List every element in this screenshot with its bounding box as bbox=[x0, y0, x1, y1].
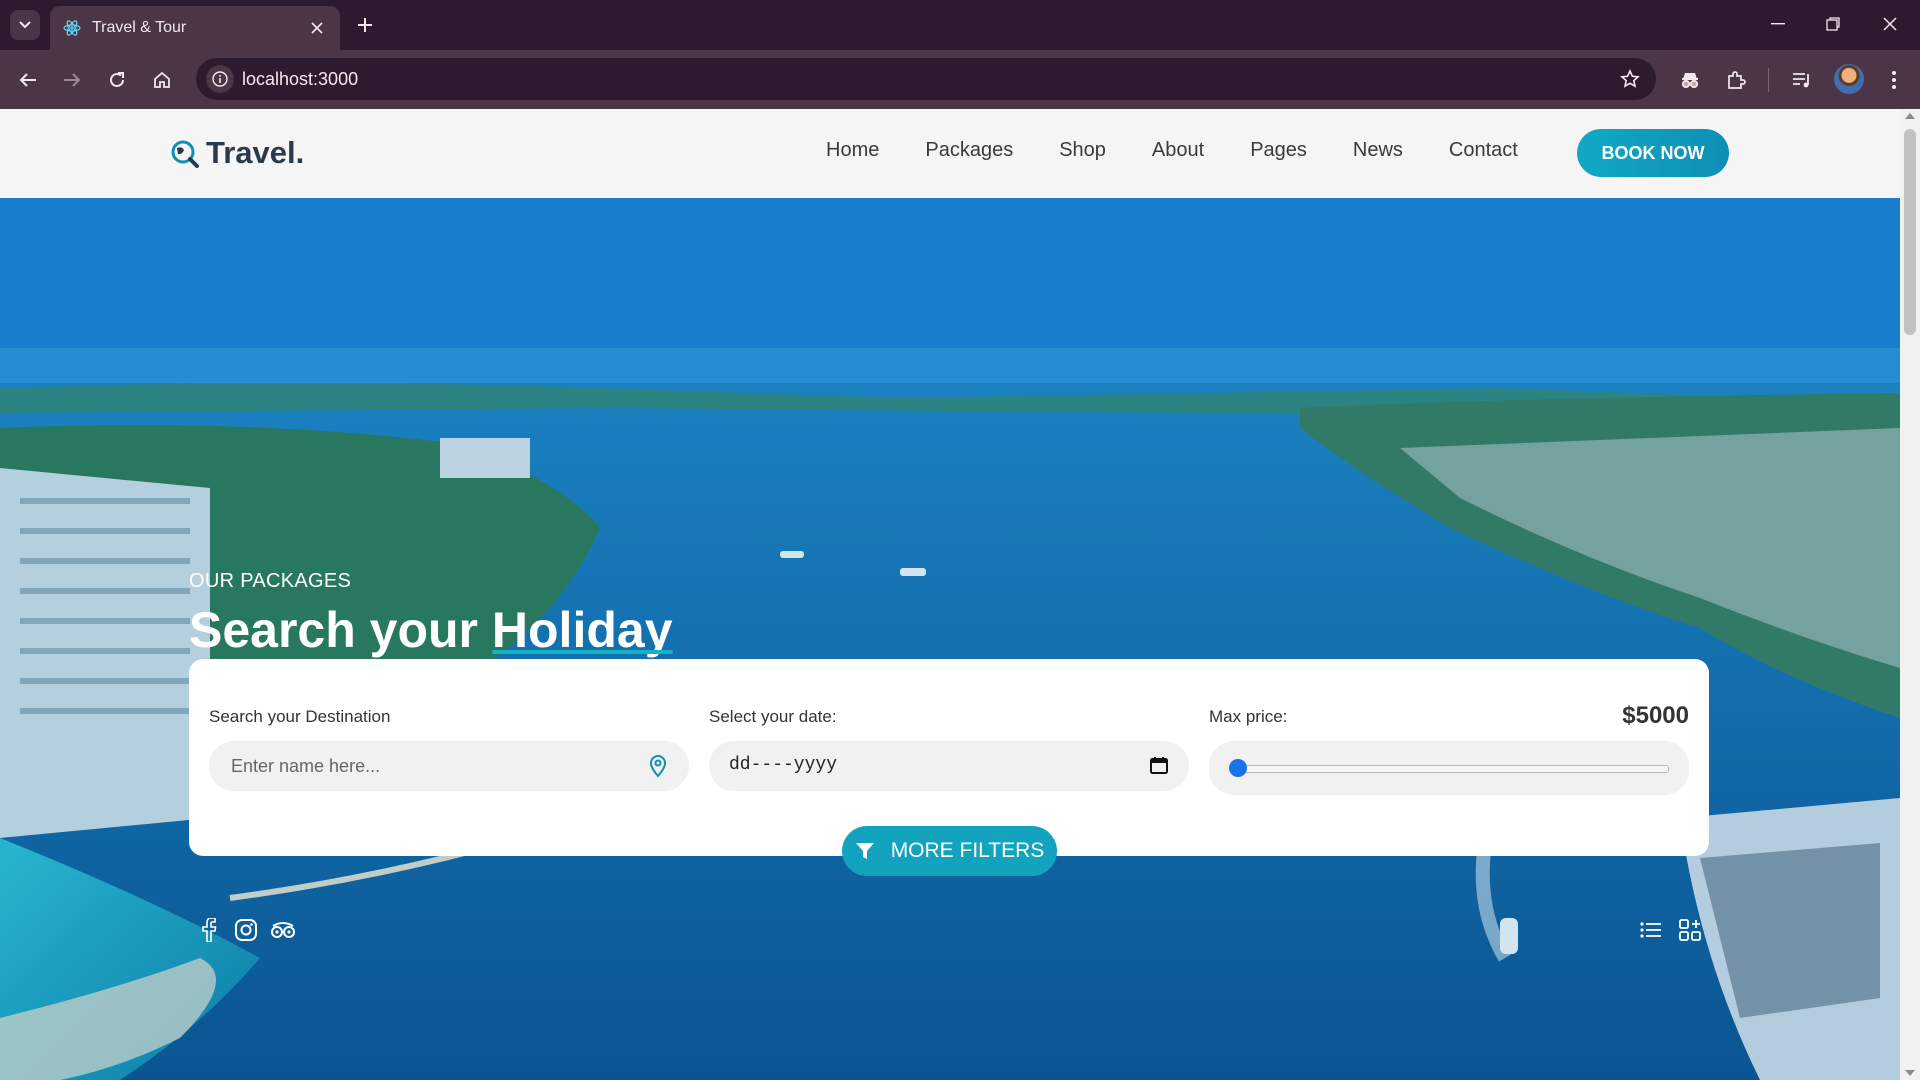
scroll-down-arrow[interactable] bbox=[1905, 1070, 1915, 1076]
date-field[interactable]: dd----yyyy bbox=[709, 741, 1189, 791]
nav-shop[interactable]: Shop bbox=[1059, 139, 1106, 162]
more-vertical-icon bbox=[1892, 71, 1896, 89]
close-icon bbox=[1883, 17, 1897, 31]
main-nav: Home Packages Shop About Pages News Cont… bbox=[826, 139, 1564, 162]
book-now-button[interactable]: BOOK NOW bbox=[1577, 129, 1729, 177]
new-tab-button[interactable] bbox=[352, 12, 378, 38]
reload-button[interactable] bbox=[101, 64, 133, 96]
forward-button[interactable] bbox=[56, 64, 88, 96]
grid-view-button[interactable] bbox=[1677, 917, 1703, 943]
plus-icon bbox=[358, 18, 372, 32]
arrow-left-icon bbox=[19, 73, 36, 87]
nav-pages[interactable]: Pages bbox=[1250, 139, 1307, 162]
logo-text: Travel. bbox=[206, 135, 305, 170]
price-slider-thumb[interactable] bbox=[1229, 759, 1247, 777]
tab-title: Travel & Tour bbox=[92, 19, 187, 36]
url-text[interactable]: localhost:3000 bbox=[242, 69, 358, 90]
nav-contact[interactable]: Contact bbox=[1449, 139, 1518, 162]
browser-toolbar: localhost:3000 bbox=[0, 50, 1920, 109]
tripadvisor-icon[interactable] bbox=[270, 917, 296, 943]
home-button[interactable] bbox=[146, 64, 178, 96]
browser-tab-active[interactable]: Travel & Tour bbox=[50, 6, 340, 50]
social-links bbox=[196, 917, 307, 943]
hero-eyebrow: OUR PACKAGES bbox=[189, 570, 352, 592]
extensions-button[interactable] bbox=[1720, 64, 1752, 96]
price-value: $5000 bbox=[1622, 702, 1689, 729]
nav-news[interactable]: News bbox=[1353, 139, 1403, 162]
scroll-thumb[interactable] bbox=[1904, 129, 1916, 335]
more-filters-button[interactable]: MORE FILTERS bbox=[842, 826, 1057, 876]
minimize-icon bbox=[1771, 23, 1785, 25]
minimize-button[interactable] bbox=[1756, 8, 1800, 40]
destination-label: Search your Destination bbox=[209, 707, 391, 726]
arrow-right-icon bbox=[64, 73, 81, 87]
site-header: Travel. Home Packages Shop About Pages N… bbox=[0, 109, 1900, 199]
bookmark-star-icon[interactable] bbox=[1618, 67, 1642, 91]
page-scrollbar[interactable] bbox=[1900, 109, 1920, 1080]
price-label: Max price: bbox=[1209, 707, 1288, 726]
page-viewport: Travel. Home Packages Shop About Pages N… bbox=[0, 109, 1900, 1080]
back-button[interactable] bbox=[12, 64, 44, 96]
react-icon bbox=[62, 18, 82, 38]
playlist-icon bbox=[1793, 73, 1809, 88]
price-slider-field[interactable] bbox=[1209, 741, 1689, 795]
restore-button[interactable] bbox=[1811, 8, 1855, 40]
browser-menu-button[interactable] bbox=[1878, 64, 1910, 96]
incognito-extension-button[interactable] bbox=[1674, 64, 1706, 96]
browser-tab-strip: Travel & Tour bbox=[0, 0, 1920, 50]
hero-section: OUR PACKAGES Search your Holiday bbox=[0, 198, 1900, 1080]
address-bar[interactable]: localhost:3000 bbox=[196, 58, 1656, 100]
nav-about[interactable]: About bbox=[1152, 139, 1204, 162]
destination-field[interactable] bbox=[209, 741, 689, 791]
price-slider-track[interactable] bbox=[1239, 765, 1669, 773]
close-tab-icon[interactable] bbox=[304, 15, 330, 41]
hero-title-highlight: Holiday bbox=[491, 602, 673, 658]
close-window-button[interactable] bbox=[1868, 8, 1912, 40]
media-controls-button[interactable] bbox=[1786, 64, 1818, 96]
chevron-down-icon bbox=[19, 21, 31, 29]
date-label: Select your date: bbox=[709, 707, 837, 726]
calendar-icon[interactable] bbox=[1149, 755, 1169, 775]
spy-glasses-icon bbox=[1681, 73, 1699, 89]
hero-title: Search your Holiday bbox=[189, 601, 673, 659]
site-info-icon[interactable] bbox=[206, 65, 234, 93]
filter-funnel-icon bbox=[855, 843, 874, 859]
location-pin-icon bbox=[649, 755, 667, 778]
more-filters-label: MORE FILTERS bbox=[890, 839, 1045, 862]
restore-icon bbox=[1826, 17, 1840, 31]
list-view-button[interactable] bbox=[1638, 917, 1664, 943]
list-view-icon bbox=[1640, 922, 1661, 938]
tab-search-button[interactable] bbox=[10, 10, 40, 40]
nav-packages[interactable]: Packages bbox=[925, 139, 1013, 162]
toolbar-separator bbox=[1768, 68, 1769, 92]
globe-search-icon bbox=[171, 140, 199, 168]
instagram-icon[interactable] bbox=[233, 917, 259, 943]
hero-title-prefix: Search your bbox=[189, 602, 492, 658]
scroll-up-arrow[interactable] bbox=[1905, 113, 1915, 119]
nav-home[interactable]: Home bbox=[826, 139, 879, 162]
grid-view-icon bbox=[1679, 919, 1701, 941]
site-logo[interactable]: Travel. bbox=[170, 135, 304, 171]
home-icon bbox=[154, 71, 170, 88]
puzzle-icon bbox=[1728, 71, 1746, 89]
destination-input[interactable] bbox=[229, 755, 633, 778]
profile-avatar[interactable] bbox=[1834, 64, 1864, 94]
facebook-icon[interactable] bbox=[196, 917, 222, 943]
date-input-value[interactable]: dd----yyyy bbox=[729, 755, 837, 775]
reload-icon bbox=[110, 72, 124, 87]
